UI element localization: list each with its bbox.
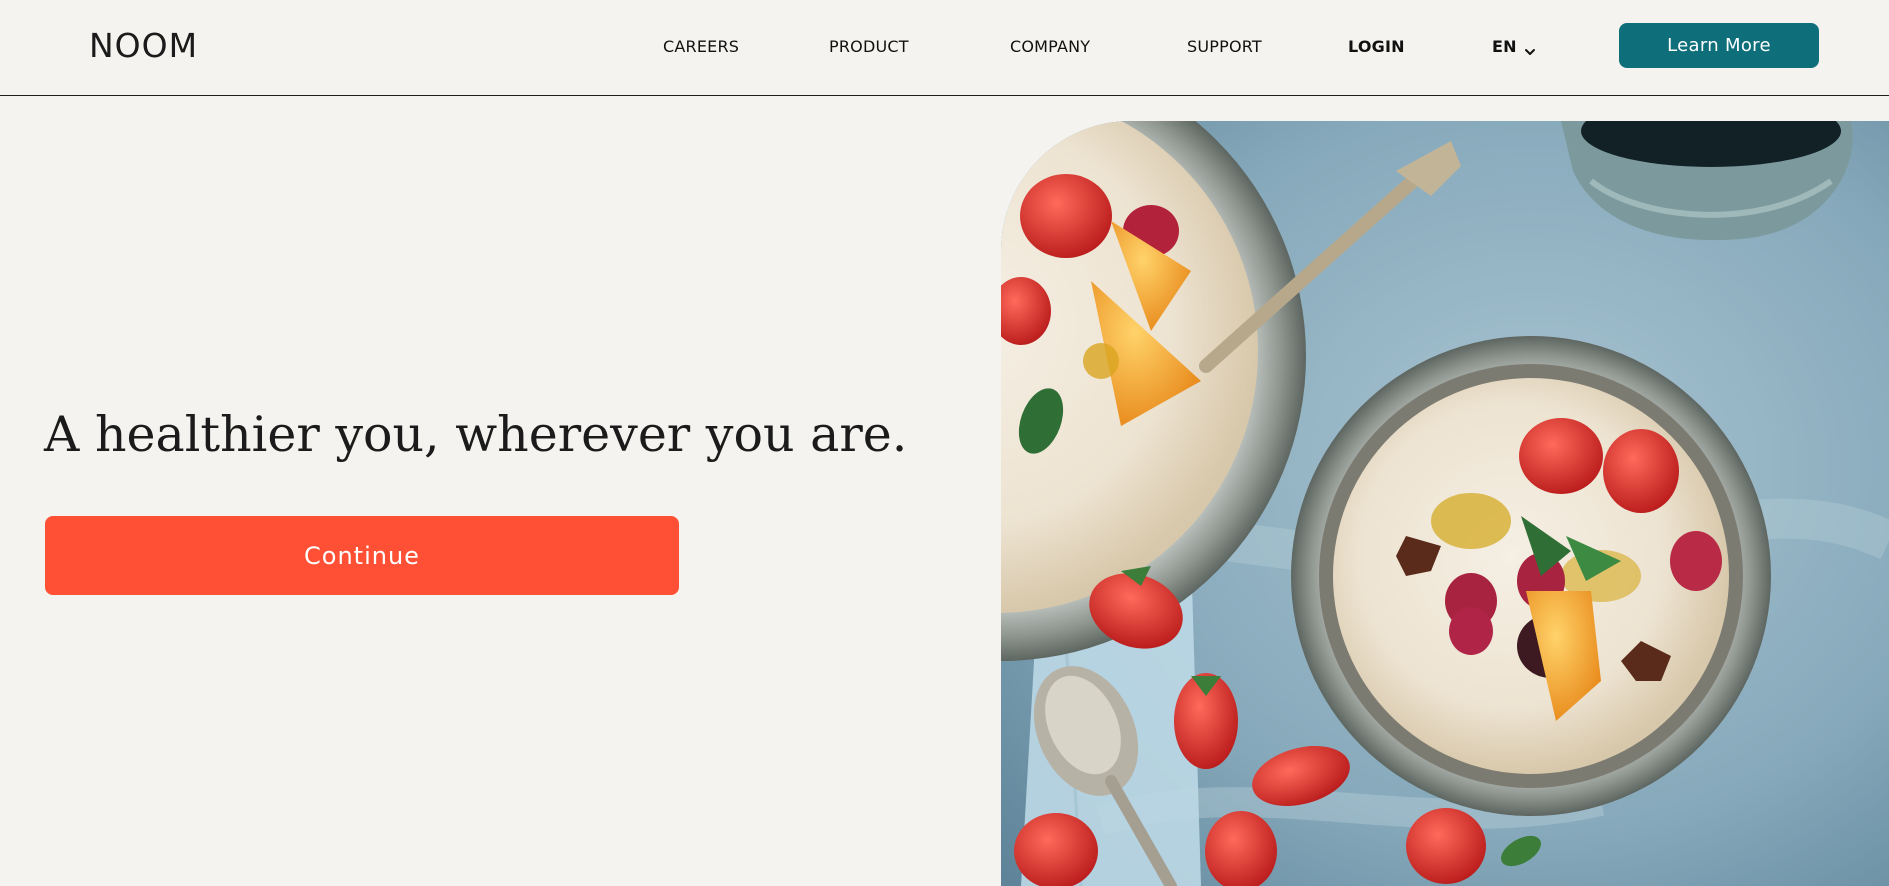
nav-company[interactable]: COMPANY: [1010, 35, 1090, 59]
nav-support[interactable]: SUPPORT: [1187, 35, 1262, 59]
chevron-down-icon: [1524, 41, 1536, 55]
site-header: NOOM CAREERS PRODUCT COMPANY SUPPORT LOG…: [0, 0, 1889, 96]
nav-product[interactable]: PRODUCT: [829, 35, 909, 59]
nav-login[interactable]: LOGIN: [1348, 35, 1405, 59]
hero-headline: A healthier you, wherever you are.: [44, 406, 908, 463]
language-selector[interactable]: EN: [1492, 35, 1536, 59]
learn-more-button[interactable]: Learn More: [1619, 23, 1819, 68]
nav-careers[interactable]: CAREERS: [663, 35, 739, 59]
noom-logo[interactable]: NOOM: [89, 26, 198, 66]
hero-food-image: [1001, 121, 1889, 886]
language-label: EN: [1492, 37, 1517, 56]
continue-button[interactable]: Continue: [45, 516, 679, 595]
